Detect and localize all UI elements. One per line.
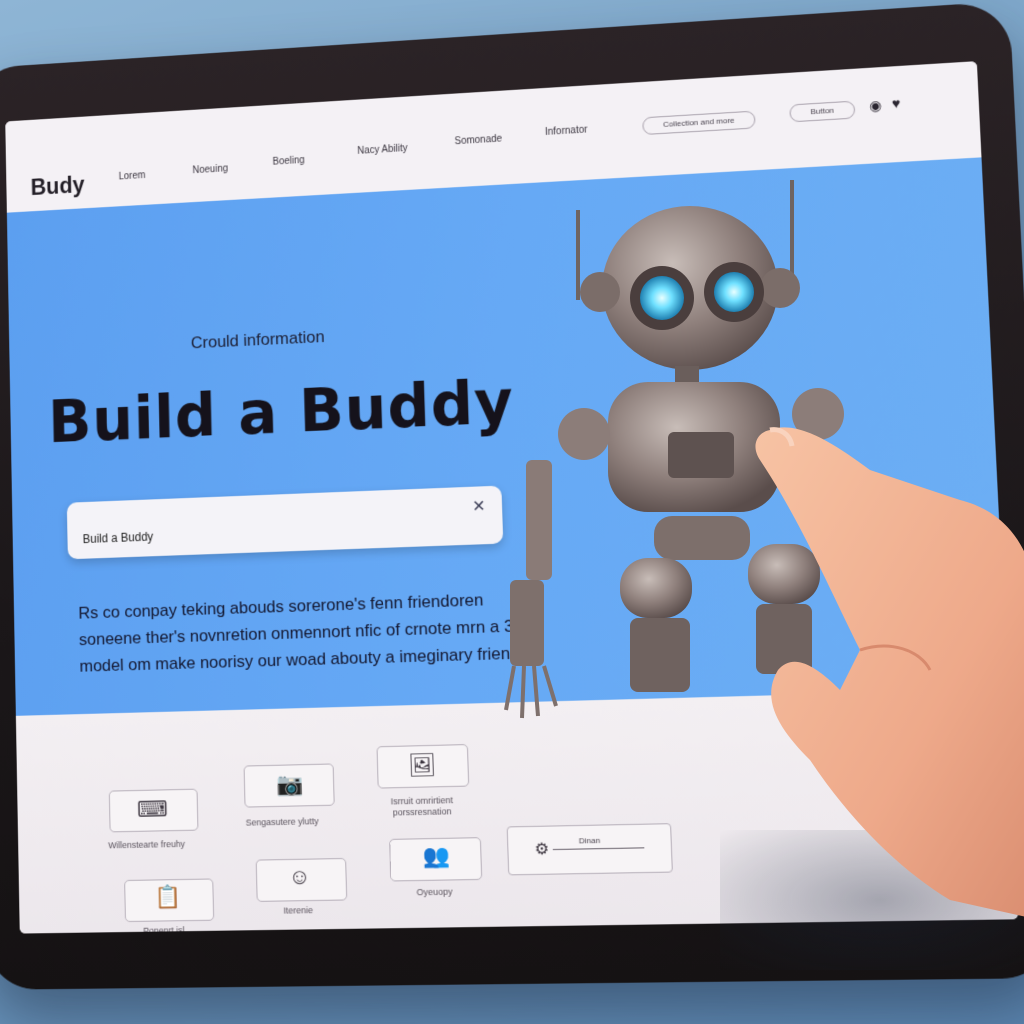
pointing-hand [755,427,1024,917]
page-title: Build a Buddy [47,367,515,457]
feature-tile-clipboard[interactable]: 📋 [124,878,215,923]
buddy-search-input[interactable] [80,515,454,550]
camera-icon: 📷 [275,771,304,797]
nav-pill-button[interactable]: Button [789,100,856,123]
buddy-search-box[interactable]: ✕ [66,485,504,560]
feature-label: Ponenrt isl [143,925,185,934]
feature-tile-keyboard[interactable]: ⌨ [108,788,199,833]
eye-left [640,276,684,320]
feature-tile-face[interactable]: ☺ [255,857,348,902]
settings-underline [552,847,645,851]
nav-item-2[interactable]: Noeuing [192,163,228,176]
shoulder-left [558,408,610,460]
photo-icon: 🖼 [407,751,436,778]
feature-label: Willenstearte freuhy [108,838,186,851]
brand-logo[interactable]: Budy [30,172,84,201]
feature-tile-camera[interactable]: 📷 [243,763,335,808]
feature-label: Isrruit omrirtient porssresnation [390,795,454,818]
settings-box[interactable]: ⚙ Dinan [506,823,673,876]
settings-label: Dinan [578,835,601,846]
gear-icon[interactable]: ⚙ [534,839,549,860]
forearm-left [510,580,544,666]
nav-item-4[interactable]: Nacy Ability [357,143,408,157]
nav-item-6[interactable]: Infornator [545,125,588,138]
arm-left [526,460,552,580]
eye-right [714,272,754,312]
people-icon: 👥 [422,842,451,869]
nav-item-3[interactable]: Boeling [272,155,304,168]
feature-tile-photo[interactable]: 🖼 [376,744,470,789]
keyboard-icon: ⌨ [136,796,168,822]
hero-eyebrow: Crould information [190,327,325,353]
heart-icon[interactable]: ♥ [891,95,900,111]
hand-palm [755,427,1024,917]
face-icon: ☺ [288,863,311,890]
feature-label: Oyeuopy [416,886,453,898]
feature-label: Iterenie [283,905,314,916]
nav-search-field[interactable]: Collection and more [642,110,756,136]
clipboard-icon: 📋 [154,884,182,910]
feature-label: Sengasutere ylutty [245,816,319,828]
nav-item-5[interactable]: Somonade [454,134,502,148]
nav-item-1[interactable]: Lorem [119,170,146,182]
ear-right [760,268,800,308]
circle-icon[interactable]: ◉ [869,97,882,115]
ear-left [580,272,620,312]
foot-left [630,618,690,692]
feature-tile-people[interactable]: 👥 [389,837,483,882]
hand-left [504,665,558,719]
leg-left [620,558,692,618]
